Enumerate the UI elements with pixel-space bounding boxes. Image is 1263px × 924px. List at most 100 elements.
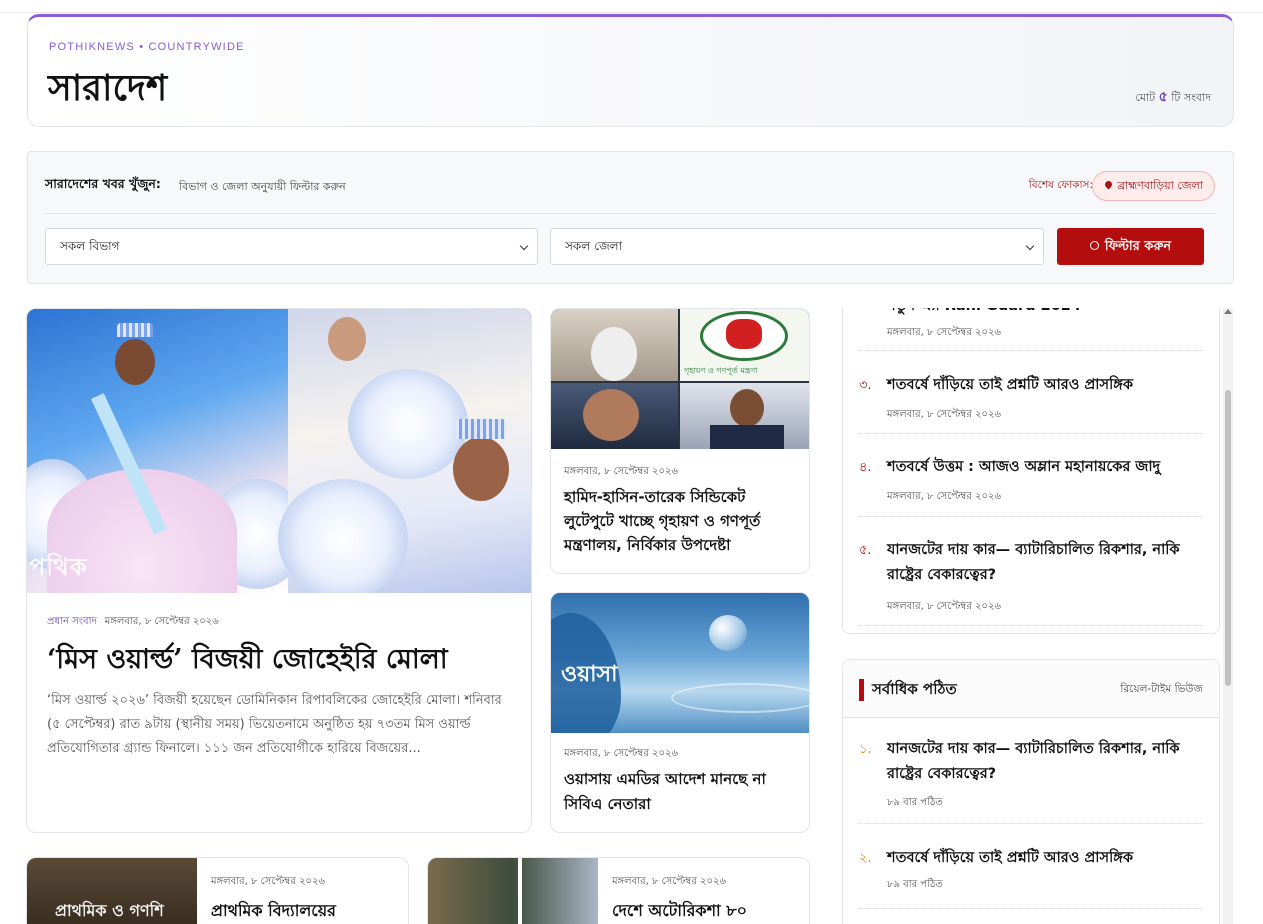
story-card[interactable]: ওয়াসা মঙ্গলবার, ৮ সেপ্টেম্বর ২০২৬ ওয়াস…: [550, 592, 810, 833]
flower-decoration: [348, 369, 468, 479]
lead-excerpt: ‘মিস ওয়ার্ল্ড ২০২৬’ বিজয়ী হয়েছেন ডোমি…: [47, 693, 502, 756]
beard-shape: [591, 327, 637, 381]
most-read-count: ৮৯ বার পঠিত: [887, 797, 943, 808]
search-icon: [1089, 241, 1099, 250]
map-pin-icon: [1103, 179, 1114, 190]
story-headline[interactable]: হামিদ-হাসিন-তারেক সিন্ডিকেট লুটেপুটে খাচ…: [564, 485, 796, 557]
lead-category[interactable]: প্রধান সংবাদ: [47, 616, 97, 627]
most-read-count: ৮৯ বার পঠিত: [887, 879, 943, 890]
side-item-number: ৩.: [859, 378, 872, 393]
chevron-down-icon: [1025, 241, 1035, 251]
photo-tile: গৃহায়ণ ও গণপূর্ত মন্ত্রণা: [680, 309, 809, 381]
side-item-number: ৪.: [859, 460, 872, 475]
story-image[interactable]: প্রাথমিক ও গণশি: [27, 858, 197, 924]
total-number: ৫: [1158, 89, 1168, 105]
filter-divider: [45, 213, 1216, 214]
story-date: মঙ্গলবার, ৮ সেপ্টেম্বর ২০২৬: [612, 876, 727, 887]
most-read-panel: সর্বাধিক পঠিত রিয়েল-টাইম ভিউজ ১. যানজটে…: [842, 659, 1220, 924]
image-left-panel: পথিক: [27, 309, 307, 593]
image-caption: প্রাথমিক ও গণশি: [55, 901, 164, 920]
division-select-value: সকল বিভাগ: [60, 239, 120, 253]
most-read-title: সর্বাধিক পঠিত: [872, 680, 957, 698]
figure-head: [115, 339, 155, 385]
divider: [859, 908, 1203, 909]
divider: [859, 516, 1203, 517]
filter-heading: সারাদেশের খবর খুঁজুন:: [45, 176, 161, 191]
side-item-date: মঙ্গলবার, ৮ সেপ্টেম্বর ২০২৬: [887, 409, 1002, 420]
divider: [859, 823, 1203, 824]
story-date: মঙ্গলবার, ৮ সেপ্টেম্বর ২০২৬: [564, 466, 679, 477]
browser-top-edge: [0, 0, 1263, 13]
side-item-date: মঙ্গলবার, ৮ সেপ্টেম্বর ২০২৬: [887, 327, 1002, 338]
crown-shape: [456, 419, 506, 439]
district-select-value: সকল জেলা: [565, 239, 623, 253]
story-headline[interactable]: ওয়াসায় এমডির আদেশ মানছে না সিবিএ নেতার…: [564, 767, 796, 817]
total-suffix: টি সংবাদ: [1171, 91, 1211, 104]
crown-shape: [117, 323, 153, 337]
story-headline[interactable]: প্রাথমিক বিদ্যালয়ের: [211, 898, 336, 924]
focus-label: বিশেষ ফোকাস:: [1028, 179, 1093, 191]
divider: [859, 350, 1203, 351]
side-item-title[interactable]: শতবর্ষে উত্তম : আজও অম্লান মহানায়কের জা…: [887, 455, 1207, 480]
most-read-number: ১.: [859, 742, 872, 757]
side-item-title[interactable]: শতবর্ষে দাঁড়িয়ে তাই প্রশ্নটি আরও প্রাস…: [887, 373, 1207, 398]
lead-meta: প্রধান সংবাদ মঙ্গলবার, ৮ সেপ্টেম্বর ২০২৬: [47, 614, 219, 631]
focus-district-label: ব্রাহ্মণবাড়িয়া জেলা: [1117, 179, 1203, 192]
most-read-item-title[interactable]: যানজটের দায় কার— ব্যাটারিচালিত রিকশার, …: [887, 737, 1207, 787]
lead-story-card[interactable]: পথিক প্রধান সংবাদ মঙ্গলবার, ৮ সেপ্টেম্বর …: [26, 308, 532, 833]
division-select[interactable]: সকল বিভাগ: [45, 228, 538, 265]
filter-subtext: বিভাগ ও জেলা অনুযায়ী ফিল্টার করুন: [179, 180, 346, 193]
scrollbar-thumb[interactable]: [1225, 390, 1231, 686]
most-read-header: সর্বাধিক পঠিত রিয়েল-টাইম ভিউজ: [843, 660, 1219, 718]
story-card[interactable]: মঙ্গলবার, ৮ সেপ্টেম্বর ২০২৬ দেশে অটোরিকশ…: [427, 857, 810, 924]
story-date: মঙ্গলবার, ৮ সেপ্টেম্বর ২০২৬: [211, 876, 326, 887]
page-title: সারাদেশ: [48, 67, 168, 109]
droplet-shape: [709, 615, 747, 651]
accent-bar: [859, 679, 864, 701]
divider: [859, 625, 1203, 626]
figure-head: [453, 437, 509, 501]
story-date: মঙ্গলবার, ৮ সেপ্টেম্বর ২০২৬: [564, 748, 679, 759]
figure-head: [328, 317, 366, 361]
story-image[interactable]: ওয়াসা: [551, 593, 809, 733]
latest-news-panel: নতুন এ্যা Rani Guard 2024 মঙ্গলবার, ৮ সে…: [842, 308, 1220, 634]
most-read-item-title[interactable]: শতবর্ষে দাঁড়িয়ে তাই প্রশ্নটি আরও প্রাস…: [887, 846, 1207, 871]
side-item-title[interactable]: নতুন এ্যা Rani Guard 2024: [887, 308, 1207, 319]
emblem-caption: গৃহায়ণ ও গণপূর্ত মন্ত্রণা: [684, 366, 758, 375]
face-shape: [730, 389, 764, 427]
story-image[interactable]: [428, 858, 598, 924]
scroll-up-arrow-icon[interactable]: [1224, 309, 1232, 314]
story-card[interactable]: প্রাথমিক ও গণশি মঙ্গলবার, ৮ সেপ্টেম্বর ২…: [26, 857, 409, 924]
page-header: POTHIKNEWS • COUNTRYWIDE সারাদেশ মোট ৫ ট…: [27, 14, 1234, 127]
lead-headline[interactable]: ‘মিস ওয়ার্ল্ড’ বিজয়ী জোহেইরি মোলা: [47, 639, 448, 684]
story-headline[interactable]: দেশে অটোরিকশা ৮০: [612, 898, 747, 924]
emblem-map: [726, 319, 762, 349]
chevron-down-icon: [519, 241, 529, 251]
section-eyebrow: POTHIKNEWS • COUNTRYWIDE: [49, 41, 245, 53]
filter-button-label: ফিল্টার করুন: [1104, 239, 1172, 254]
side-item-number: ৫.: [859, 543, 872, 558]
district-select[interactable]: সকল জেলা: [550, 228, 1044, 265]
divider: [859, 433, 1203, 434]
realtime-views-link[interactable]: রিয়েল-টাইম ভিউজ: [1120, 682, 1203, 699]
total-count: মোট ৫ টি সংবাদ: [1135, 85, 1211, 109]
side-item-date: মঙ্গলবার, ৮ সেপ্টেম্বর ২০২৬: [887, 601, 1002, 612]
photo-tile: [680, 383, 809, 449]
most-read-number: ২.: [859, 851, 872, 866]
story-image[interactable]: গৃহায়ণ ও গণপূর্ত মন্ত্রণা: [551, 309, 809, 449]
image-split-line: [518, 858, 522, 924]
side-item-title[interactable]: যানজটের দায় কার— ব্যাটারিচালিত রিকশার, …: [887, 538, 1207, 588]
focus-district-pill[interactable]: ব্রাহ্মণবাড়িয়া জেলা: [1092, 171, 1215, 201]
image-caption: ওয়াসা: [561, 662, 618, 687]
flower-decoration: [278, 479, 408, 593]
lead-story-image[interactable]: পথিক: [27, 309, 531, 593]
story-card[interactable]: গৃহায়ণ ও গণপূর্ত মন্ত্রণা মঙ্গলবার, ৮ স…: [550, 308, 810, 574]
image-watermark: পথিক: [29, 553, 88, 581]
filter-submit-button[interactable]: ফিল্টার করুন: [1057, 228, 1204, 265]
total-prefix: মোট: [1135, 91, 1156, 104]
face-shape: [583, 389, 639, 441]
ripple-shape: [671, 683, 809, 713]
photo-tile: [551, 383, 678, 449]
filter-panel: সারাদেশের খবর খুঁজুন: বিভাগ ও জেলা অনুযা…: [27, 151, 1234, 284]
suit-shape: [710, 425, 784, 449]
